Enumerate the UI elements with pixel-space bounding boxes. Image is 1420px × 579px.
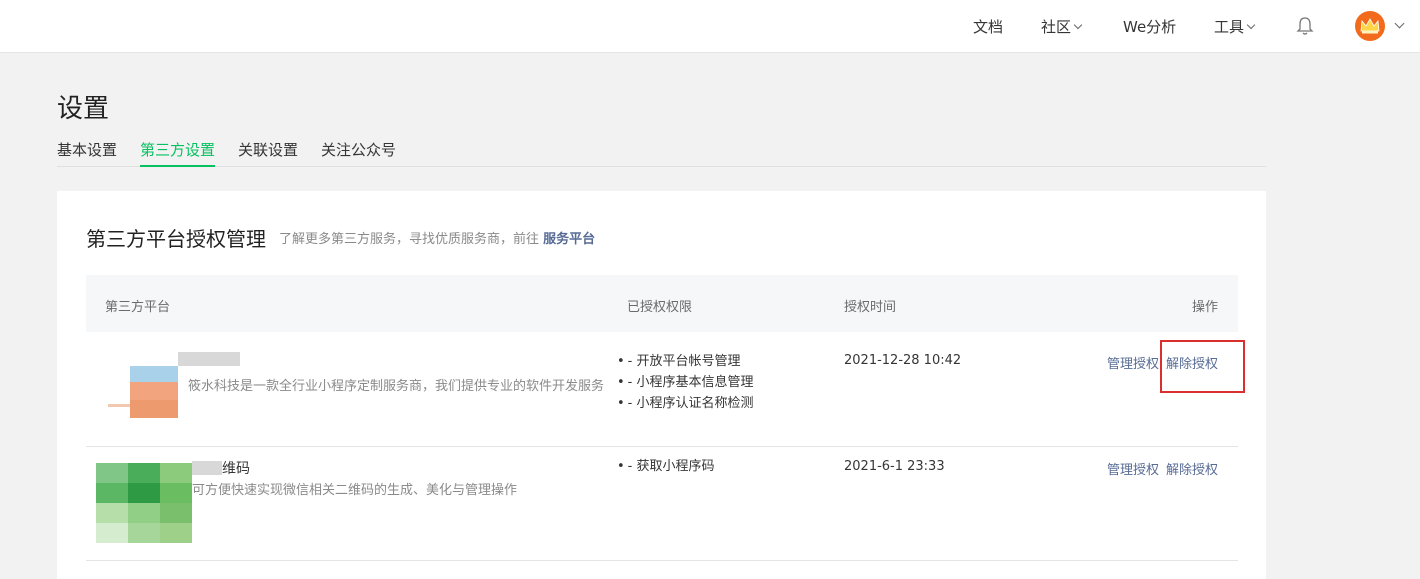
top-bar: 文档 社区 We分析 工具 xyxy=(0,0,1420,53)
platform-description: 可方便快速实现微信相关二维码的生成、美化与管理操作 xyxy=(192,483,518,498)
card-subtitle-text: 了解更多第三方服务，寻找优质服务商，前往 xyxy=(279,232,540,247)
permission-item: - 开放平台帐号管理 xyxy=(617,351,754,372)
settings-tabs: 基本设置 第三方设置 关联设置 关注公众号 xyxy=(57,138,1266,167)
chevron-down-icon xyxy=(1246,20,1256,29)
tab-basic-settings[interactable]: 基本设置 xyxy=(57,138,117,167)
third-party-auth-card: 第三方平台授权管理 了解更多第三方服务，寻找优质服务商，前往 服务平台 第三方平… xyxy=(57,191,1266,579)
column-header-platform: 第三方平台 xyxy=(105,300,171,315)
permission-item: - 小程序认证名称检测 xyxy=(617,393,754,414)
table-row: 筱水科技是一款全行业小程序定制服务商，我们提供专业的软件开发服务 - 开放平台帐… xyxy=(86,332,1238,447)
bell-icon[interactable] xyxy=(1296,16,1314,36)
page-title: 设置 xyxy=(57,94,110,124)
tab-third-party-settings[interactable]: 第三方设置 xyxy=(140,138,216,167)
column-header-permissions: 已授权权限 xyxy=(627,300,693,315)
platform-name-redacted xyxy=(178,352,240,366)
platform-name-redacted xyxy=(192,461,222,475)
manage-auth-button[interactable]: 管理授权 xyxy=(1107,459,1159,478)
platform-logo xyxy=(96,463,192,543)
avatar-crown-icon xyxy=(1360,18,1380,34)
platform-description: 筱水科技是一款全行业小程序定制服务商，我们提供专业的软件开发服务 xyxy=(188,379,605,394)
table-header: 第三方平台 已授权权限 授权时间 操作 xyxy=(86,275,1238,332)
permission-list: - 开放平台帐号管理 - 小程序基本信息管理 - 小程序认证名称检测 xyxy=(617,351,754,414)
chevron-down-icon xyxy=(1073,20,1083,29)
nav-tools-label: 工具 xyxy=(1214,18,1245,36)
platform-logo xyxy=(108,366,178,418)
permission-item: - 获取小程序码 xyxy=(617,456,715,477)
nav-we-analysis-label: We分析 xyxy=(1123,18,1177,36)
auth-time: 2021-12-28 10:42 xyxy=(844,353,962,368)
revoke-highlight-box xyxy=(1160,340,1245,393)
nav-tools[interactable]: 工具 xyxy=(1214,0,1256,53)
manage-auth-button[interactable]: 管理授权 xyxy=(1107,353,1159,372)
nav-we-analysis[interactable]: We分析 xyxy=(1123,0,1176,53)
card-title: 第三方平台授权管理 xyxy=(86,227,266,251)
permission-list: - 获取小程序码 xyxy=(617,456,715,477)
avatar[interactable] xyxy=(1355,11,1385,41)
column-header-actions: 操作 xyxy=(1192,300,1219,315)
nav-community-label: 社区 xyxy=(1041,18,1072,36)
table-row: 维码 可方便快速实现微信相关二维码的生成、美化与管理操作 - 获取小程序码 20… xyxy=(86,447,1238,561)
nav-docs[interactable]: 文档 xyxy=(973,0,1003,53)
tab-association-settings[interactable]: 关联设置 xyxy=(238,138,298,167)
nav-docs-label: 文档 xyxy=(973,18,1004,36)
tab-follow-official-account[interactable]: 关注公众号 xyxy=(321,138,396,167)
platform-name: 维码 xyxy=(222,461,250,477)
auth-time: 2021-6-1 23:33 xyxy=(844,459,945,474)
nav-community[interactable]: 社区 xyxy=(1041,0,1083,53)
service-platform-link[interactable]: 服务平台 xyxy=(543,232,595,247)
permission-item: - 小程序基本信息管理 xyxy=(617,372,754,393)
chevron-down-icon[interactable] xyxy=(1394,18,1405,29)
revoke-auth-button[interactable]: 解除授权 xyxy=(1166,459,1218,478)
card-subtitle: 了解更多第三方服务，寻找优质服务商，前往 服务平台 xyxy=(279,228,595,247)
column-header-time: 授权时间 xyxy=(844,300,897,315)
